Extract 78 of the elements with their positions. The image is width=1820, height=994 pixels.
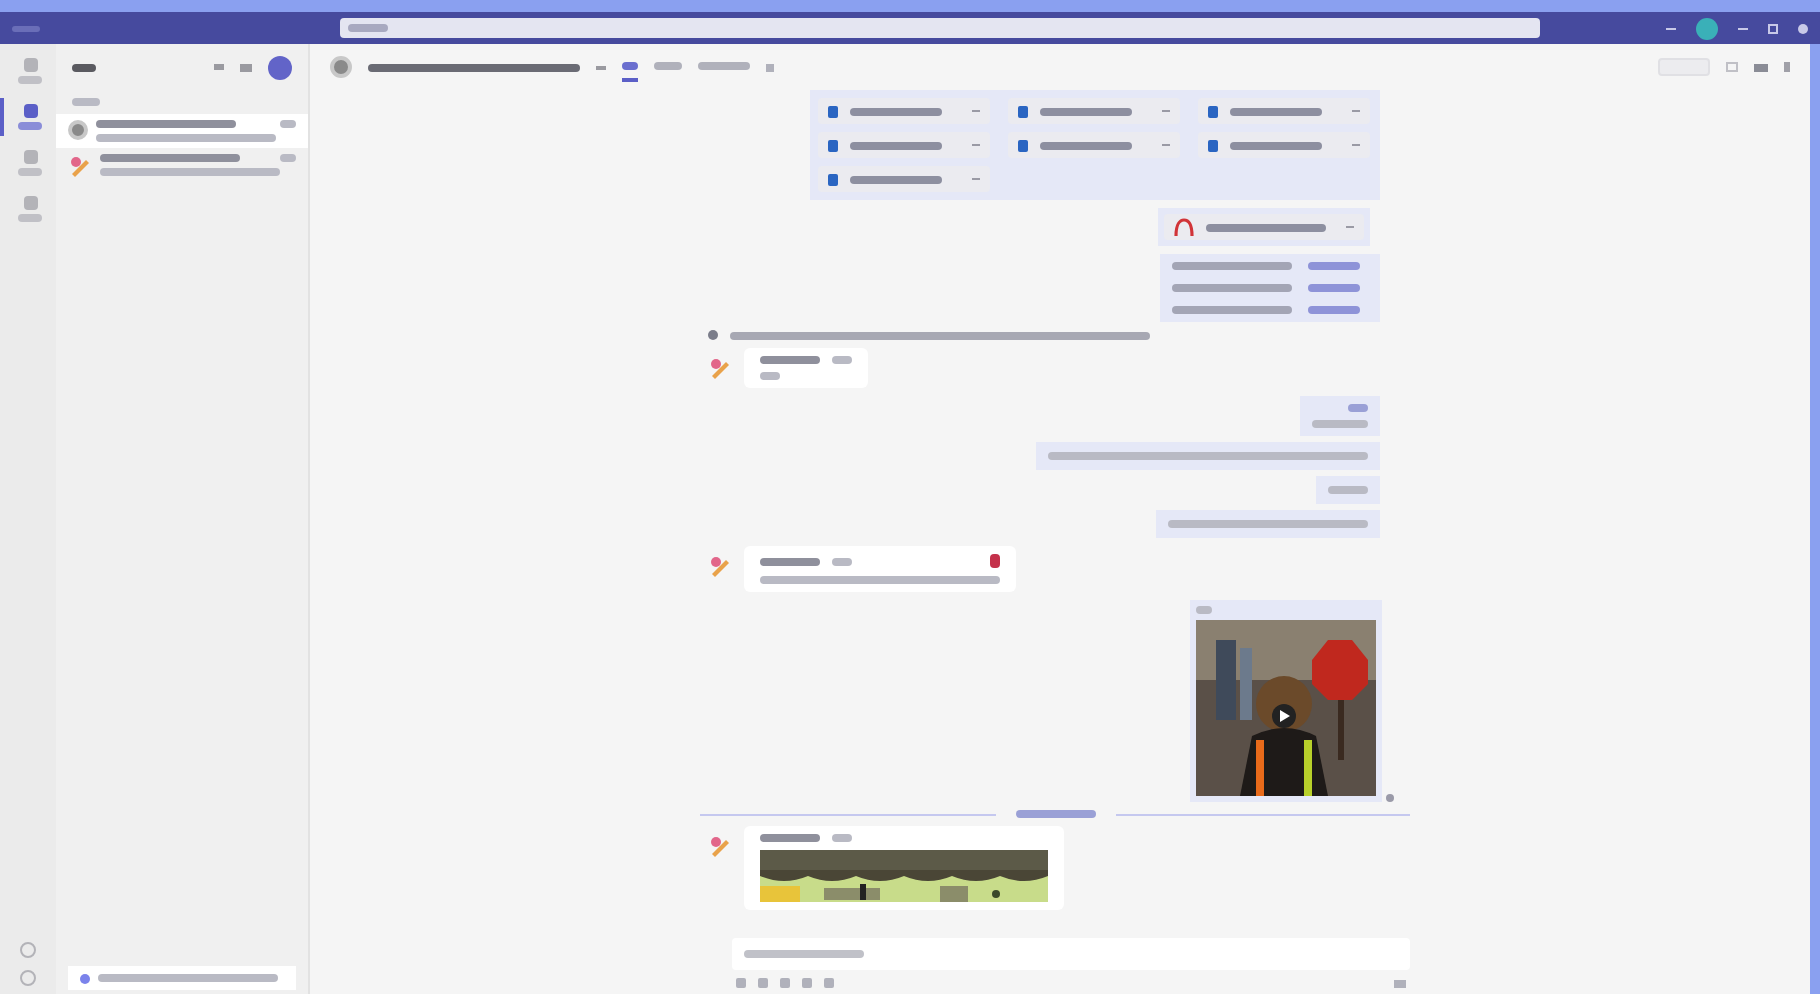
blurred-text xyxy=(850,175,942,183)
blurred-text xyxy=(1206,223,1326,231)
link[interactable] xyxy=(1308,262,1360,270)
blurred-text xyxy=(72,63,96,71)
document-icon xyxy=(1018,139,1028,151)
blurred-text xyxy=(1230,141,1322,149)
document-icon xyxy=(1018,105,1028,117)
document-icon xyxy=(828,105,838,117)
chat-list-item[interactable] xyxy=(56,114,308,148)
blurred-text xyxy=(760,557,820,565)
pencil-icon xyxy=(708,834,732,858)
blurred-text xyxy=(1172,306,1292,314)
blurred-text xyxy=(280,120,296,128)
file-attachment[interactable] xyxy=(818,132,990,158)
invite-link[interactable] xyxy=(68,966,296,990)
blurred-text xyxy=(72,98,100,106)
blurred-text xyxy=(1328,486,1368,494)
avatar-icon xyxy=(330,56,352,78)
blurred-text xyxy=(850,107,942,115)
avatar-icon xyxy=(68,120,88,140)
file-attachment[interactable] xyxy=(818,98,990,124)
file-attachment[interactable] xyxy=(1198,98,1370,124)
blurred-text xyxy=(18,168,42,176)
blurred-text xyxy=(18,76,42,84)
reaction-icon[interactable] xyxy=(990,554,1000,568)
link[interactable] xyxy=(1308,284,1360,292)
blurred-text xyxy=(832,557,852,565)
maximize-icon[interactable] xyxy=(1768,23,1778,33)
pdf-file-icon xyxy=(1174,217,1194,237)
blurred-text xyxy=(1312,420,1368,428)
new-chat-button[interactable] xyxy=(268,55,292,79)
blurred-text xyxy=(348,24,388,32)
blurred-text xyxy=(18,214,42,222)
blurred-text xyxy=(1040,141,1132,149)
document-icon xyxy=(828,139,838,151)
app-icon xyxy=(23,104,37,118)
blurred-text xyxy=(18,122,42,130)
document-icon xyxy=(1208,105,1218,117)
file-attachment[interactable] xyxy=(818,166,990,192)
blurred-text xyxy=(744,950,864,958)
blurred-text xyxy=(850,141,942,149)
document-icon xyxy=(828,173,838,185)
blurred-text xyxy=(698,61,750,69)
blurred-text xyxy=(622,61,638,69)
file-attachment[interactable] xyxy=(1008,98,1180,124)
blurred-text xyxy=(1196,606,1212,614)
pencil-icon xyxy=(708,554,732,578)
blurred-text xyxy=(1015,810,1095,818)
blurred-text xyxy=(832,834,852,842)
app-icon xyxy=(23,58,37,72)
blurred-text xyxy=(96,120,236,128)
blurred-text xyxy=(760,372,780,380)
file-attachment[interactable] xyxy=(1198,132,1370,158)
pencil-icon xyxy=(708,356,732,380)
search-field[interactable] xyxy=(340,18,1540,38)
blurred-text xyxy=(1172,284,1292,292)
pencil-icon xyxy=(68,154,92,178)
blurred-text xyxy=(1040,107,1132,115)
blurred-text xyxy=(1230,107,1322,115)
screen-share-icon[interactable] xyxy=(1726,62,1738,72)
file-attachment[interactable] xyxy=(1008,132,1180,158)
blurred-text xyxy=(280,154,296,162)
minimize-icon[interactable] xyxy=(1738,27,1748,29)
app-icon xyxy=(23,196,37,210)
file-attachment[interactable] xyxy=(1164,214,1364,240)
blurred-text xyxy=(1172,262,1292,270)
blurred-text xyxy=(760,356,820,364)
app-icon xyxy=(23,150,37,164)
blurred-text xyxy=(1348,404,1368,412)
blurred-text xyxy=(760,834,820,842)
blurred-text xyxy=(100,154,240,162)
document-icon xyxy=(1208,139,1218,151)
message-input[interactable] xyxy=(732,938,1410,970)
link[interactable] xyxy=(1308,306,1360,314)
minimize-icon[interactable] xyxy=(1666,27,1676,29)
profile-avatar[interactable] xyxy=(1696,17,1718,39)
blurred-text xyxy=(832,356,852,364)
blurred-text xyxy=(654,61,682,69)
